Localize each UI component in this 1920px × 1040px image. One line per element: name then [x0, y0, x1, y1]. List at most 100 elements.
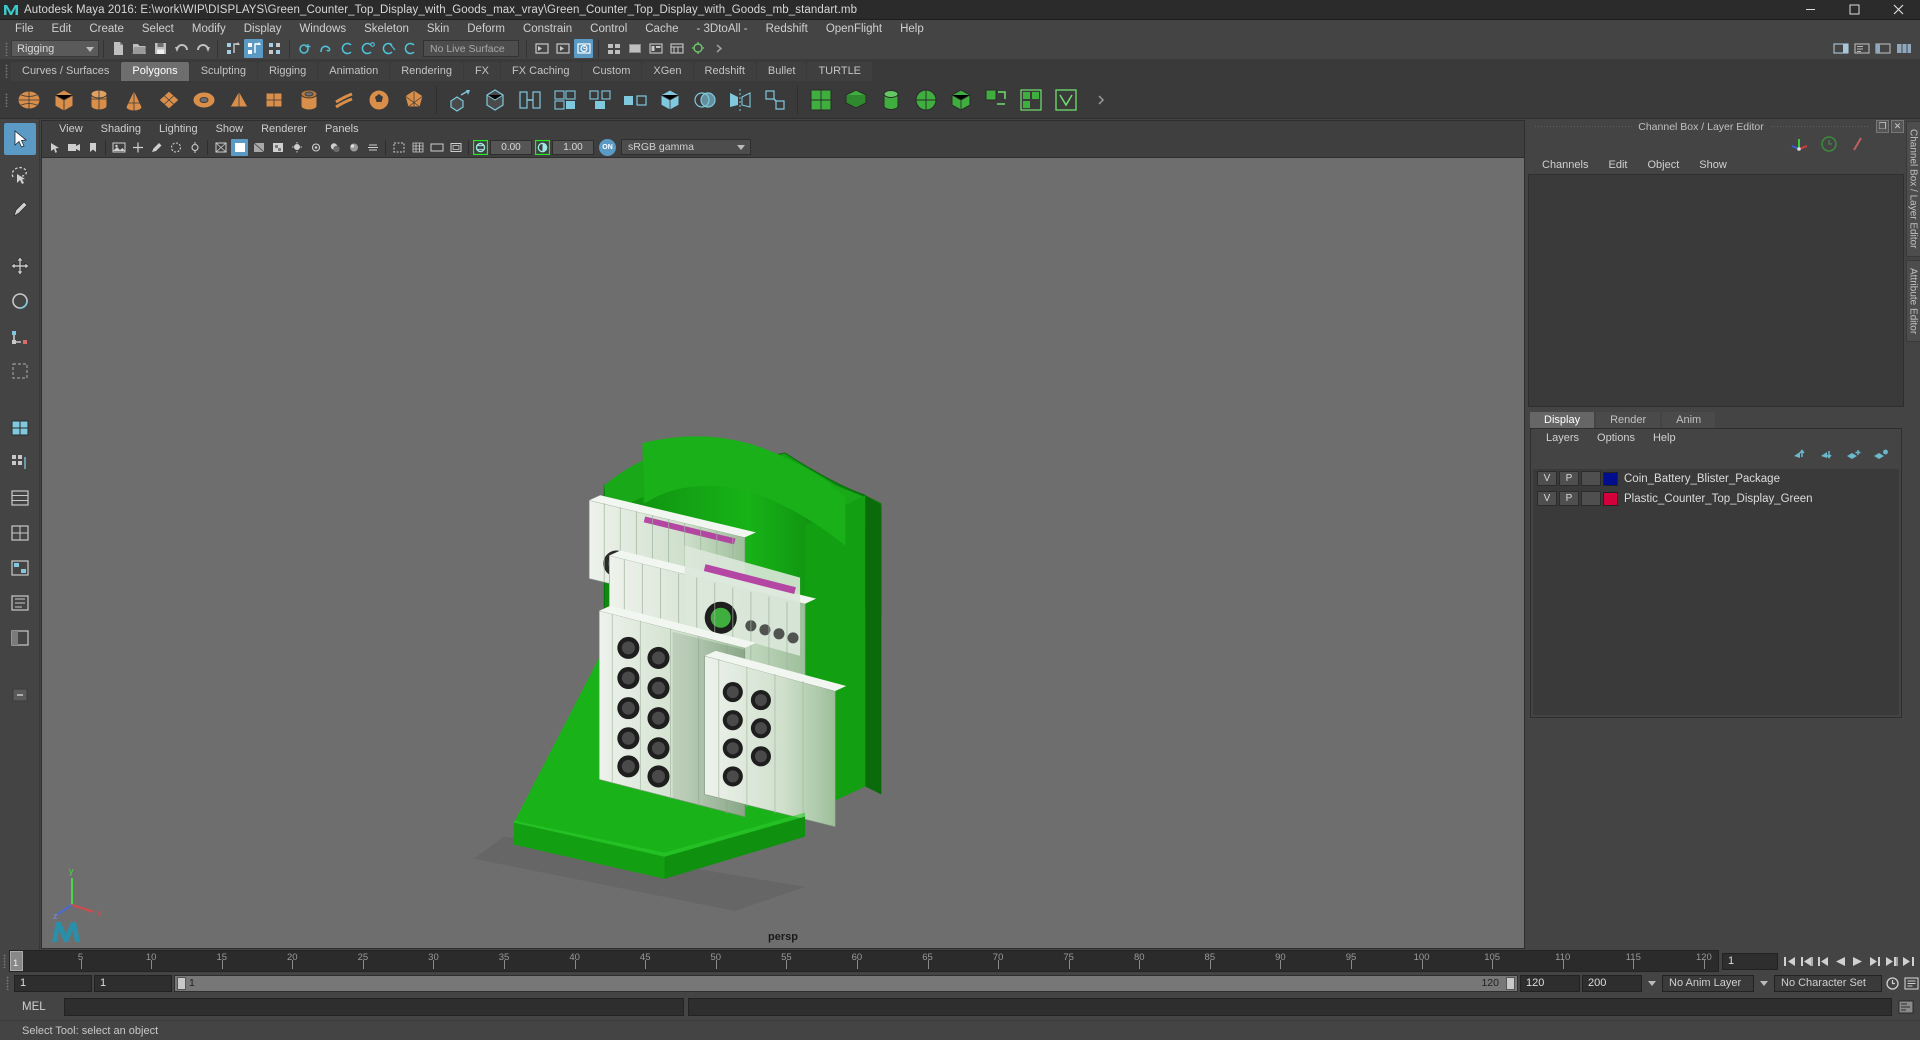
play-backwards-icon[interactable]: [1832, 953, 1849, 970]
range-slider-grip[interactable]: [3, 972, 12, 994]
poly-separate-icon[interactable]: [619, 84, 650, 115]
poly-pyramid-icon[interactable]: [223, 84, 254, 115]
channelbox-menu-object[interactable]: Object: [1637, 156, 1689, 174]
render-view-icon[interactable]: [625, 39, 644, 58]
time-slider-grip[interactable]: [0, 950, 9, 972]
viewport-menu-renderer[interactable]: Renderer: [252, 121, 316, 138]
uv-snapshot-icon[interactable]: [1050, 84, 1081, 115]
shelf-tab-rigging[interactable]: Rigging: [257, 62, 318, 81]
hypershade-icon[interactable]: [604, 39, 623, 58]
open-scene-icon[interactable]: [130, 39, 149, 58]
viewport-menu-lighting[interactable]: Lighting: [150, 121, 207, 138]
snap-curve-icon[interactable]: [316, 39, 335, 58]
viewport-menu-show[interactable]: Show: [207, 121, 253, 138]
grease-pencil-icon[interactable]: [148, 139, 165, 156]
snap-projected-icon[interactable]: [358, 39, 377, 58]
rotate-tool[interactable]: [4, 285, 36, 317]
shelf-tab-xgen[interactable]: XGen: [642, 62, 693, 81]
close-button[interactable]: [1876, 0, 1920, 20]
four-pane-layout[interactable]: [4, 517, 36, 549]
gamma-icon[interactable]: [534, 139, 550, 155]
shelf-tab-curves-surfaces[interactable]: Curves / Surfaces: [11, 62, 121, 81]
poly-torus-icon[interactable]: [188, 84, 219, 115]
move-layer-down-icon[interactable]: [1819, 448, 1835, 465]
tick-icon[interactable]: [1848, 135, 1866, 156]
poly-cylinder-icon[interactable]: [83, 84, 114, 115]
shelf-overflow-icon[interactable]: [1085, 84, 1116, 115]
menu-3dtoall[interactable]: - 3DtoAll -: [688, 20, 757, 38]
step-forward-key-icon[interactable]: [1883, 953, 1900, 970]
menu-help[interactable]: Help: [891, 20, 933, 38]
layer-tab-render[interactable]: Render: [1596, 411, 1661, 428]
layer-menu-layers[interactable]: Layers: [1537, 429, 1588, 447]
layer-name[interactable]: Plastic_Counter_Top_Display_Green: [1624, 493, 1813, 505]
shelf-tab-rendering[interactable]: Rendering: [390, 62, 463, 81]
select-tool[interactable]: [3, 123, 36, 155]
use-default-lighting-icon[interactable]: [288, 139, 305, 156]
save-scene-icon[interactable]: [151, 39, 170, 58]
step-back-frame-icon[interactable]: [1815, 953, 1832, 970]
layer-type-toggle[interactable]: [1581, 491, 1601, 506]
poly-soccer-ball-icon[interactable]: [363, 84, 394, 115]
toggle-film-gate-icon[interactable]: [428, 139, 445, 156]
chevron-down-icon[interactable]: [1648, 980, 1656, 986]
paint-select-tool[interactable]: [4, 193, 36, 225]
render-globals-icon[interactable]: [646, 39, 665, 58]
render-current-icon[interactable]: [532, 39, 551, 58]
sidebar-toggle-icon[interactable]: [1831, 39, 1850, 58]
layer-visibility-toggle[interactable]: V: [1537, 491, 1557, 506]
undock-panel-button[interactable]: ❐: [1876, 120, 1889, 133]
xray-joints-icon[interactable]: [186, 139, 203, 156]
redo-icon[interactable]: [193, 39, 212, 58]
close-panel-button[interactable]: ✕: [1891, 120, 1904, 133]
persp-viewport[interactable]: y x z persp: [41, 157, 1525, 949]
layer-tab-anim[interactable]: Anim: [1662, 411, 1716, 428]
side-tab-attribute-editor[interactable]: Attribute Editor: [1905, 259, 1920, 342]
move-layer-up-icon[interactable]: [1792, 448, 1808, 465]
toolbar-more-icon[interactable]: [709, 39, 728, 58]
color-management-selector[interactable]: sRGB gamma: [621, 139, 751, 155]
toolbar-grip[interactable]: [2, 40, 11, 58]
menu-modify[interactable]: Modify: [183, 20, 235, 38]
anim-end-field[interactable]: 120: [1520, 974, 1580, 992]
command-response-field[interactable]: [688, 998, 1892, 1016]
render-settings-icon[interactable]: [574, 39, 593, 58]
tool-settings-icon[interactable]: [1873, 39, 1892, 58]
wireframe-shading-icon[interactable]: [212, 139, 229, 156]
exposure-field[interactable]: 0.00: [490, 139, 532, 155]
poly-platonic-icon[interactable]: [398, 84, 429, 115]
xray-icon[interactable]: [167, 139, 184, 156]
poly-bridge-icon[interactable]: [514, 84, 545, 115]
uv-spherical-icon[interactable]: [910, 84, 941, 115]
viewport-menu-view[interactable]: View: [50, 121, 92, 138]
shelf-tab-polygons[interactable]: Polygons: [121, 62, 189, 81]
new-layer-from-selected-icon[interactable]: [1873, 448, 1889, 465]
layer-playback-toggle[interactable]: P: [1559, 471, 1579, 486]
menu-select[interactable]: Select: [133, 20, 183, 38]
shelf-items-grip[interactable]: [2, 82, 11, 118]
menu-deform[interactable]: Deform: [458, 20, 514, 38]
poly-smooth-icon[interactable]: [654, 84, 685, 115]
select-component-icon[interactable]: [265, 39, 284, 58]
poly-boolean-icon[interactable]: [689, 84, 720, 115]
viewport-menu-shading[interactable]: Shading: [92, 121, 150, 138]
go-to-start-icon[interactable]: [1781, 953, 1798, 970]
poly-cone-icon[interactable]: [118, 84, 149, 115]
poly-sphere-icon[interactable]: [13, 84, 44, 115]
anim-layer-selector[interactable]: No Anim Layer: [1662, 974, 1754, 992]
range-end-handle[interactable]: [1506, 976, 1515, 990]
shelf-grip[interactable]: [2, 60, 11, 81]
shelf-tab-turtle[interactable]: TURTLE: [807, 62, 873, 81]
isolate-select-icon[interactable]: [390, 139, 407, 156]
uv-layout-icon[interactable]: [1015, 84, 1046, 115]
chevron-down-icon-2[interactable]: [1760, 980, 1768, 986]
menu-constrain[interactable]: Constrain: [514, 20, 581, 38]
render-sequence-icon[interactable]: [667, 39, 686, 58]
layer-playback-toggle[interactable]: P: [1559, 491, 1579, 506]
layer-type-toggle[interactable]: [1581, 471, 1601, 486]
step-forward-frame-icon[interactable]: [1866, 953, 1883, 970]
layer-menu-help[interactable]: Help: [1644, 429, 1685, 447]
animation-preferences-icon[interactable]: [1903, 975, 1920, 992]
menu-create[interactable]: Create: [80, 20, 133, 38]
toggle-resolution-gate-icon[interactable]: [447, 139, 464, 156]
